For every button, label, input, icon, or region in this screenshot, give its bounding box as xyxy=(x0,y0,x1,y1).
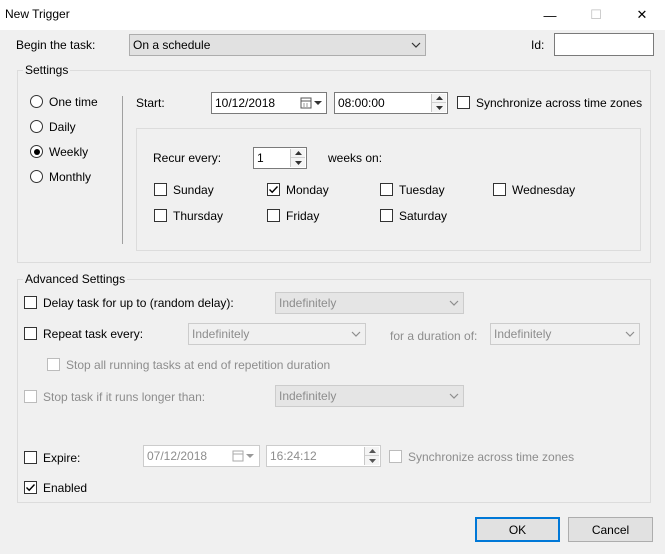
spin-up-icon xyxy=(365,447,379,456)
window-title: New Trigger xyxy=(5,7,70,21)
expire-sync-label: Synchronize across time zones xyxy=(408,450,575,464)
day-wednesday-checkbox[interactable] xyxy=(493,183,506,196)
radio-daily[interactable] xyxy=(30,120,43,133)
day-wednesday-label: Wednesday xyxy=(512,183,576,197)
stop-all-checkbox xyxy=(47,358,60,371)
expire-label: Expire: xyxy=(43,451,81,465)
duration-value: Indefinitely xyxy=(494,327,552,341)
day-friday-label: Friday xyxy=(286,209,320,223)
chevron-down-icon xyxy=(449,300,459,306)
expire-checkbox[interactable] xyxy=(24,451,37,464)
stop-longer-label: Stop task if it runs longer than: xyxy=(43,390,206,404)
start-time-value: 08:00:00 xyxy=(338,96,385,110)
id-label: Id: xyxy=(531,38,545,52)
delay-checkbox[interactable] xyxy=(24,296,37,309)
chevron-down-icon xyxy=(351,331,361,337)
repeat-value: Indefinitely xyxy=(192,327,250,341)
repeat-label: Repeat task every: xyxy=(43,327,144,341)
stop-all-label: Stop all running tasks at end of repetit… xyxy=(66,358,331,372)
id-input[interactable] xyxy=(554,33,654,56)
chevron-down-icon xyxy=(625,331,635,337)
start-time-spinner[interactable] xyxy=(431,94,446,112)
radio-weekly[interactable] xyxy=(30,145,43,158)
spin-down-icon[interactable] xyxy=(291,158,305,167)
recur-weeks-value: 1 xyxy=(257,151,264,165)
recur-weeks-input[interactable]: 1 xyxy=(253,147,307,169)
radio-one-time[interactable] xyxy=(30,95,43,108)
begin-task-select[interactable]: On a schedule xyxy=(129,34,426,56)
radio-selected-dot xyxy=(33,148,40,155)
chevron-down-icon xyxy=(411,42,421,48)
day-friday-checkbox[interactable] xyxy=(267,209,280,222)
expire-time-value: 16:24:12 xyxy=(270,449,317,463)
spin-up-icon[interactable] xyxy=(291,149,305,158)
begin-task-label: Begin the task: xyxy=(16,38,96,52)
ok-button[interactable]: OK xyxy=(475,517,560,542)
day-monday-checkbox[interactable] xyxy=(267,183,280,196)
cancel-button[interactable]: Cancel xyxy=(568,517,653,542)
repeat-checkbox[interactable] xyxy=(24,327,37,340)
start-date-picker[interactable]: 10/12/2018 xyxy=(211,92,327,114)
day-saturday-checkbox[interactable] xyxy=(380,209,393,222)
expire-time-spinner xyxy=(364,447,379,465)
duration-select: Indefinitely xyxy=(490,323,640,345)
spin-down-icon xyxy=(365,456,379,465)
spin-up-icon[interactable] xyxy=(432,94,446,103)
day-tuesday-label: Tuesday xyxy=(399,183,445,197)
delay-select: Indefinitely xyxy=(275,292,464,314)
chevron-down-icon xyxy=(449,393,459,399)
radio-monthly-label: Monthly xyxy=(49,170,92,184)
maximize-button: ☐ xyxy=(573,0,619,30)
day-saturday-label: Saturday xyxy=(399,209,448,223)
minimize-icon: — xyxy=(543,7,557,23)
checkmark-icon xyxy=(26,484,36,492)
close-button[interactable]: ✕ xyxy=(619,0,665,30)
stop-longer-checkbox xyxy=(24,390,37,403)
start-time-input[interactable]: 08:00:00 xyxy=(334,92,448,114)
day-sunday-checkbox[interactable] xyxy=(154,183,167,196)
radio-daily-label: Daily xyxy=(49,120,76,134)
expire-date-picker: 07/12/2018 xyxy=(143,445,260,467)
stop-longer-select: Indefinitely xyxy=(275,385,464,407)
sync-timezones-checkbox[interactable] xyxy=(457,96,470,109)
settings-separator xyxy=(122,96,123,244)
radio-monthly[interactable] xyxy=(30,170,43,183)
spin-down-icon[interactable] xyxy=(432,103,446,112)
day-monday-label: Monday xyxy=(286,183,329,197)
advanced-settings-legend: Advanced Settings xyxy=(23,272,128,286)
settings-legend: Settings xyxy=(23,63,71,77)
maximize-icon: ☐ xyxy=(590,7,602,22)
checkmark-icon xyxy=(269,186,279,194)
expire-date-value: 07/12/2018 xyxy=(147,449,208,463)
expire-time-input: 16:24:12 xyxy=(266,445,381,467)
stop-longer-value: Indefinitely xyxy=(279,389,337,403)
radio-weekly-label: Weekly xyxy=(49,145,89,159)
weeks-on-label: weeks on: xyxy=(328,151,383,165)
day-thursday-checkbox[interactable] xyxy=(154,209,167,222)
enabled-label: Enabled xyxy=(43,481,88,495)
delay-value: Indefinitely xyxy=(279,296,337,310)
delay-label: Delay task for up to (random delay): xyxy=(43,296,234,310)
expire-sync-checkbox xyxy=(389,450,402,463)
start-date-value: 10/12/2018 xyxy=(215,96,276,110)
start-label: Start: xyxy=(136,96,165,110)
begin-task-value: On a schedule xyxy=(133,38,211,52)
sync-timezones-label: Synchronize across time zones xyxy=(476,96,643,110)
radio-one-time-label: One time xyxy=(49,95,98,109)
day-thursday-label: Thursday xyxy=(173,209,224,223)
minimize-button[interactable]: — xyxy=(527,0,573,30)
duration-label: for a duration of: xyxy=(390,329,478,343)
recur-every-label: Recur every: xyxy=(153,151,222,165)
close-icon: ✕ xyxy=(636,7,648,22)
repeat-select: Indefinitely xyxy=(188,323,366,345)
recur-spinner[interactable] xyxy=(290,149,305,167)
day-sunday-label: Sunday xyxy=(173,183,214,197)
day-tuesday-checkbox[interactable] xyxy=(380,183,393,196)
enabled-checkbox[interactable] xyxy=(24,481,37,494)
calendar-icon[interactable] xyxy=(300,97,324,110)
calendar-icon xyxy=(232,450,254,462)
